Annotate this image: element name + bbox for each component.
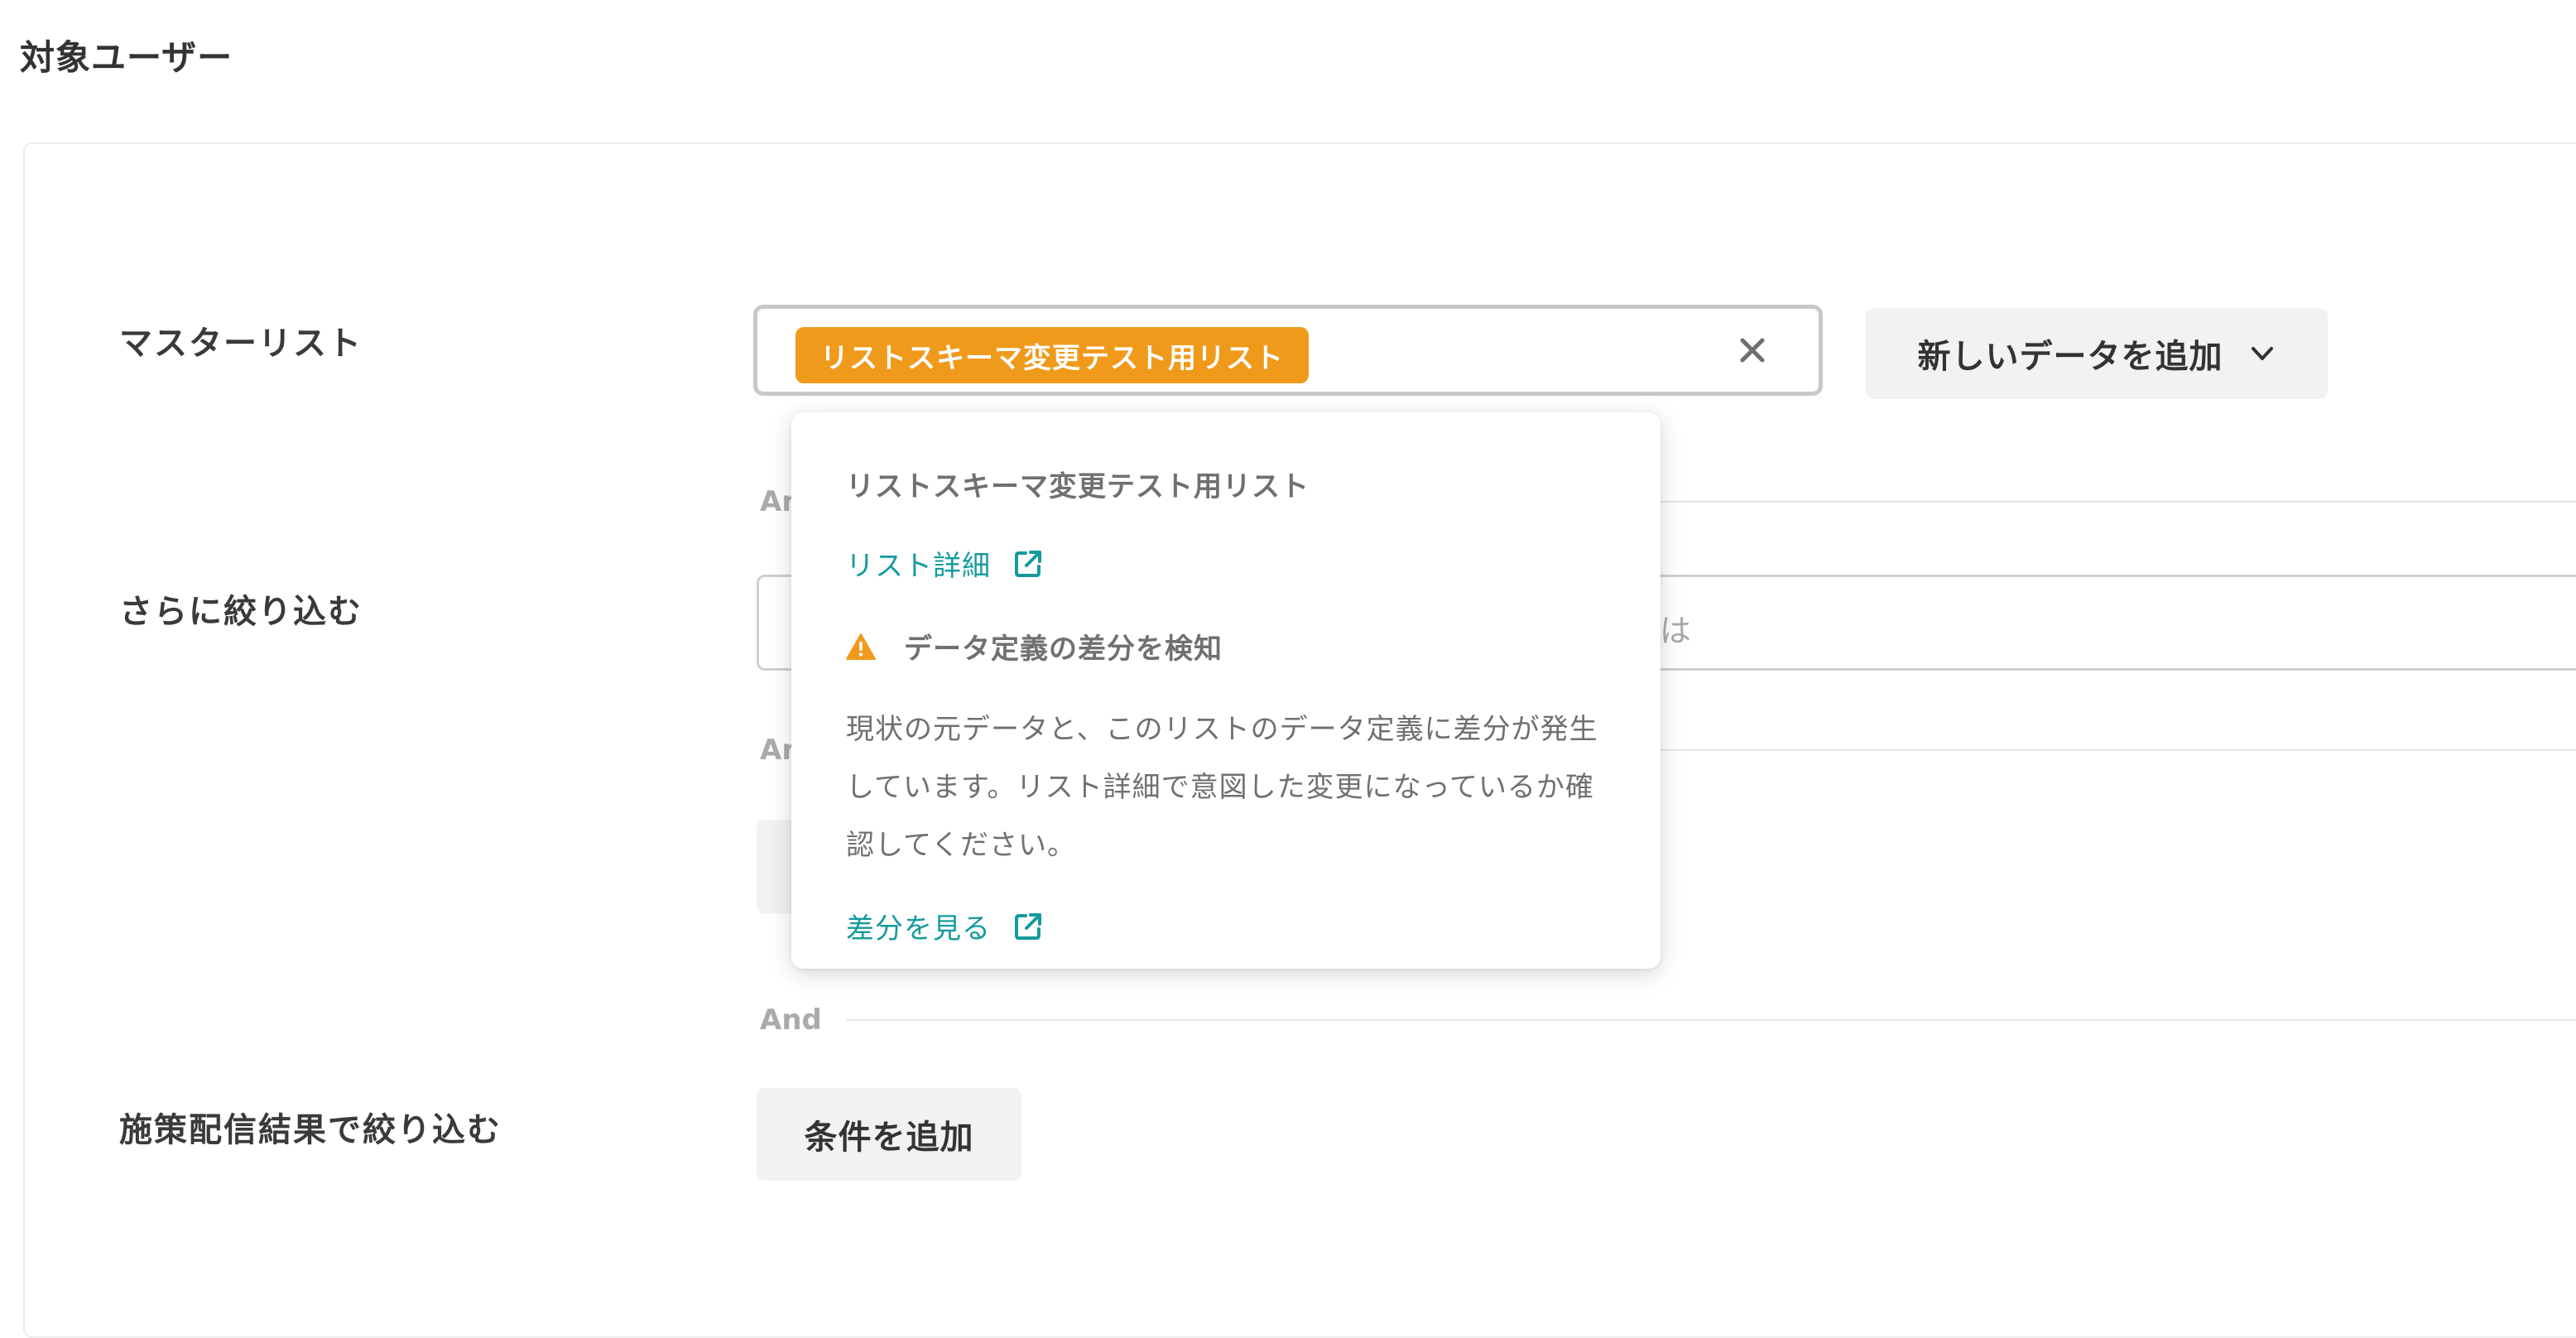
page-title: 対象ユーザー (20, 37, 233, 78)
add-condition-button[interactable]: 条件を追加 (757, 1088, 1021, 1181)
chevron-down-icon (2251, 347, 2273, 360)
selected-list-tag[interactable]: リストスキーマ変更テスト用リスト (795, 327, 1309, 383)
separator-line (846, 1019, 2576, 1021)
warning-body-line: 現状の元データと、このリストのデータ定義に差分が発生 (846, 713, 1598, 746)
master-list-label: マスターリスト (119, 325, 363, 363)
list-detail-link-label: リスト詳細 (846, 550, 991, 583)
list-info-popover: リストスキーマ変更テスト用リスト リスト詳細 データ定義の差分を検知 現状の元デ… (791, 412, 1660, 969)
warning-title: データ定義の差分を検知 (904, 633, 1223, 666)
popover-list-name: リストスキーマ変更テスト用リスト (846, 470, 1310, 503)
warning-body-line: 認してください。 (846, 829, 1076, 862)
close-icon (1740, 338, 1765, 363)
warning-icon (846, 633, 876, 660)
add-new-data-label: 新しいデータを追加 (1917, 338, 2223, 376)
add-new-data-button[interactable]: 新しいデータを追加 (1866, 308, 2328, 399)
warning-body-line: しています。リスト詳細で意図した変更になっているか確 (846, 771, 1594, 804)
external-link-icon (1015, 912, 1041, 940)
warning-row: データ定義の差分を検知 (846, 626, 1223, 667)
list-detail-link[interactable]: リスト詳細 (846, 543, 1044, 584)
master-list-select[interactable]: リストスキーマ変更テスト用リスト (753, 305, 1823, 396)
external-link-icon (1015, 550, 1041, 577)
clear-selection-button[interactable] (1733, 330, 1772, 370)
view-diff-link[interactable]: 差分を見る (846, 906, 1044, 946)
narrow-down-label: さらに絞り込む (119, 593, 363, 631)
campaign-results-label: 施策配信結果で絞り込む (119, 1111, 502, 1149)
and-separator: And (760, 1004, 2576, 1037)
view-diff-link-label: 差分を見る (846, 912, 991, 946)
warning-body: 現状の元データと、このリストのデータ定義に差分が発生 しています。リスト詳細で意… (846, 700, 1616, 874)
and-text: And (760, 1004, 822, 1037)
